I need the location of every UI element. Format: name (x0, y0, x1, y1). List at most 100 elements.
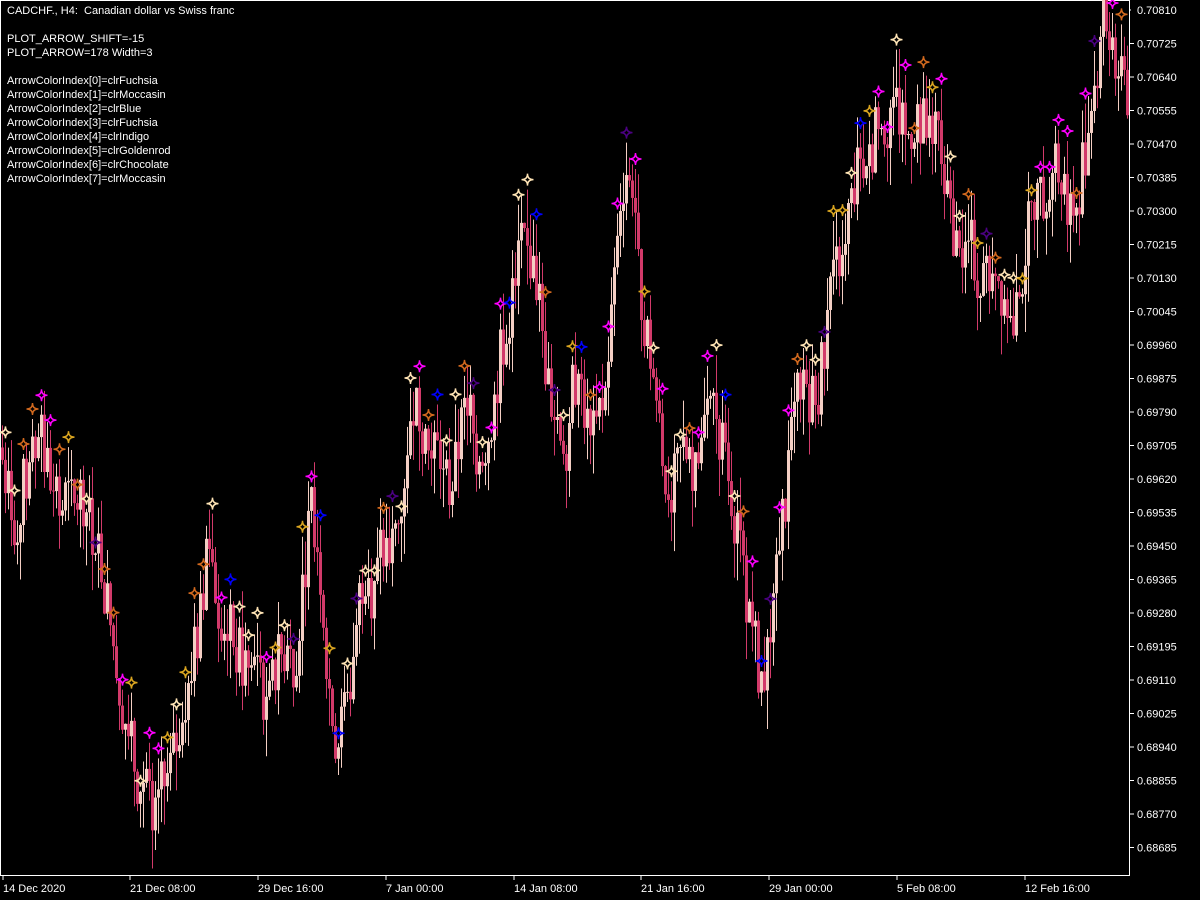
arrow-marker-icon (809, 353, 822, 366)
arrow-marker-icon (179, 666, 192, 679)
bull-candle (517, 240, 520, 286)
y-tick-label: 0.70045 (1137, 307, 1177, 319)
arrow-marker-icon (791, 353, 804, 366)
bull-candle (394, 523, 397, 529)
price-chart[interactable]: 0.70810 0.70725 0.70640 0.70555 0.70470 0.703… (0, 0, 1200, 900)
bear-candle (427, 428, 430, 451)
bear-candle (334, 726, 337, 759)
bear-candle (481, 461, 484, 466)
bear-candle (1057, 143, 1060, 183)
bear-candle (877, 107, 880, 130)
bull-candle (928, 115, 931, 138)
bull-candle (286, 645, 289, 672)
bear-candle (1114, 37, 1117, 79)
bull-candle (748, 601, 751, 623)
y-tick-label: 0.69110 (1137, 675, 1176, 687)
bear-candle (262, 662, 265, 720)
bull-candle (646, 319, 649, 347)
arrow-marker-icon (233, 600, 246, 613)
bull-candle (70, 479, 73, 481)
bear-candle (1018, 292, 1021, 297)
bear-candle (448, 459, 451, 506)
bear-candle (634, 197, 637, 213)
bear-candle (640, 249, 643, 321)
bear-candle (1105, 0, 1108, 32)
arrow-marker-icon (386, 490, 399, 503)
bull-candle (244, 650, 247, 686)
arrow-marker-icon (494, 297, 507, 310)
arrow-color-index-3: ArrowColorIndex[3]=clrFuchsia (7, 117, 158, 129)
bull-candle (46, 447, 49, 472)
bear-candle (136, 771, 139, 804)
arrow-color-index-5: ArrowColorIndex[5]=clrGoldenrod (7, 145, 171, 157)
bear-candle (163, 761, 166, 787)
bear-candle (313, 487, 316, 548)
bear-candle (280, 634, 283, 655)
bear-candle (457, 441, 460, 460)
bull-candle (1069, 193, 1072, 225)
bull-candle (760, 671, 763, 693)
bear-candle (823, 342, 826, 369)
bull-candle (556, 416, 559, 420)
bull-candle (766, 637, 769, 691)
bear-candle (58, 476, 61, 516)
x-tick-label: 7 Jan 00:00 (386, 883, 444, 895)
bear-candle (1126, 69, 1129, 116)
bull-candle (706, 398, 709, 415)
bear-candle (82, 479, 85, 527)
bull-candle (946, 180, 949, 195)
bear-candle (103, 582, 106, 614)
bull-candle (1036, 182, 1039, 220)
arrow-marker-icon (305, 470, 318, 483)
bear-candle (202, 593, 205, 610)
bull-candle (55, 476, 58, 492)
bear-candle (550, 368, 553, 417)
bull-candle (1063, 173, 1066, 195)
bull-candle (592, 410, 595, 436)
bull-candle (1039, 176, 1042, 183)
bear-candle (580, 373, 583, 380)
bull-candle (793, 401, 796, 417)
bull-candle (403, 488, 406, 517)
bull-candle (610, 304, 613, 362)
bull-candle (907, 134, 910, 136)
bull-candle (469, 394, 472, 416)
bull-candle (463, 397, 466, 408)
bull-candle (616, 235, 619, 268)
bear-candle (943, 164, 946, 195)
bear-candle (1108, 31, 1111, 51)
arrow-marker-icon (1025, 184, 1038, 197)
bull-candle (172, 732, 175, 753)
bull-candle (913, 142, 916, 149)
bull-candle (856, 147, 859, 205)
bull-candle (28, 462, 31, 499)
arrow-marker-icon (26, 402, 39, 416)
bear-candle (115, 646, 118, 679)
bull-candle (796, 372, 799, 402)
bull-candle (607, 361, 610, 388)
bull-candle (985, 255, 988, 264)
bear-candle (739, 512, 742, 531)
arrow-marker-icon (953, 209, 966, 222)
bull-candle (142, 782, 145, 792)
bear-candle (25, 458, 28, 499)
bear-candle (10, 470, 13, 521)
arrow-marker-icon (422, 408, 435, 422)
arrow-marker-icon (44, 414, 57, 427)
bull-candle (916, 104, 919, 143)
y-tick-label: 0.70640 (1137, 72, 1177, 84)
bear-candle (730, 481, 733, 517)
bear-candle (994, 273, 997, 277)
bull-candle (256, 655, 259, 657)
bull-candle (1090, 110, 1093, 133)
bull-candle (154, 797, 157, 831)
arrow-marker-icon (413, 360, 426, 373)
arrow-marker-icon (260, 650, 273, 664)
bull-candle (67, 480, 70, 483)
bear-candle (544, 331, 547, 385)
bear-candle (292, 648, 295, 688)
bear-candle (118, 678, 121, 706)
bull-candle (934, 111, 937, 145)
bull-candle (967, 240, 970, 242)
bull-candle (400, 516, 403, 524)
